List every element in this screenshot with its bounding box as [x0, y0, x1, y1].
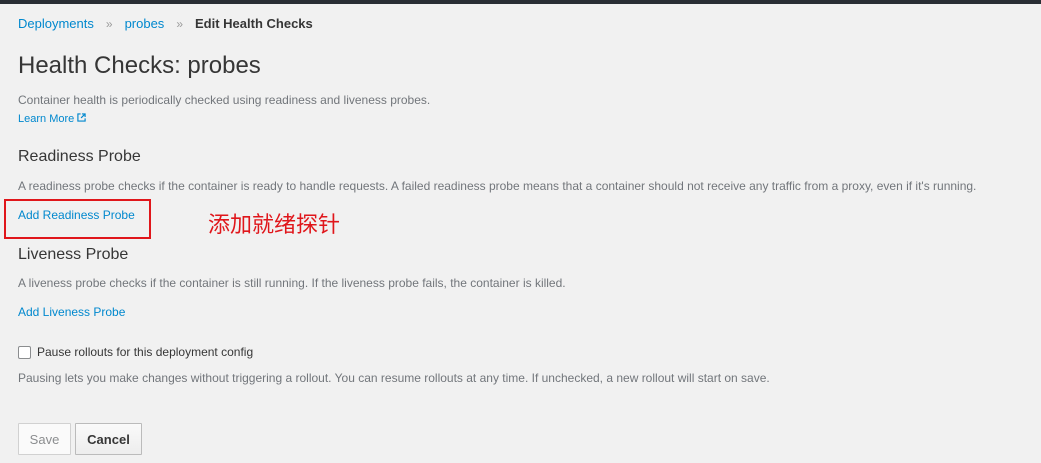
pause-rollouts-checkbox[interactable] — [18, 345, 31, 359]
readiness-probe-description: A readiness probe checks if the containe… — [18, 179, 977, 193]
breadcrumb-separator-icon: » — [105, 16, 113, 31]
breadcrumb-current: Edit Health Checks — [195, 16, 313, 31]
pause-rollouts-label: Pause rollouts for this deployment confi… — [37, 345, 254, 359]
breadcrumb-probes[interactable]: probes — [125, 16, 165, 31]
pause-rollouts-help: Pausing lets you make changes without tr… — [18, 371, 770, 385]
pause-rollouts-option[interactable]: Pause rollouts for this deployment confi… — [18, 345, 253, 359]
save-button[interactable]: Save — [18, 423, 71, 455]
liveness-probe-description: A liveness probe checks if the container… — [18, 276, 566, 290]
breadcrumb-deployments[interactable]: Deployments — [18, 16, 94, 31]
add-readiness-probe-link[interactable]: Add Readiness Probe — [18, 208, 135, 222]
annotation-text: 添加就绪探针 — [208, 213, 341, 238]
readiness-probe-title: Readiness Probe — [18, 148, 141, 165]
breadcrumb: Deployments » probes » Edit Health Check… — [18, 16, 313, 31]
cancel-button[interactable]: Cancel — [75, 423, 142, 455]
add-liveness-probe-link[interactable]: Add Liveness Probe — [18, 305, 125, 319]
learn-more-link[interactable]: Learn More — [18, 113, 86, 125]
top-bar — [0, 0, 1041, 4]
external-link-icon — [77, 113, 86, 125]
page-description: Container health is periodically checked… — [18, 93, 431, 107]
breadcrumb-separator-icon: » — [176, 16, 183, 31]
learn-more-label: Learn More — [18, 113, 75, 125]
liveness-probe-title: Liveness Probe — [18, 246, 129, 263]
page-title: Health Checks: probes — [18, 52, 261, 79]
